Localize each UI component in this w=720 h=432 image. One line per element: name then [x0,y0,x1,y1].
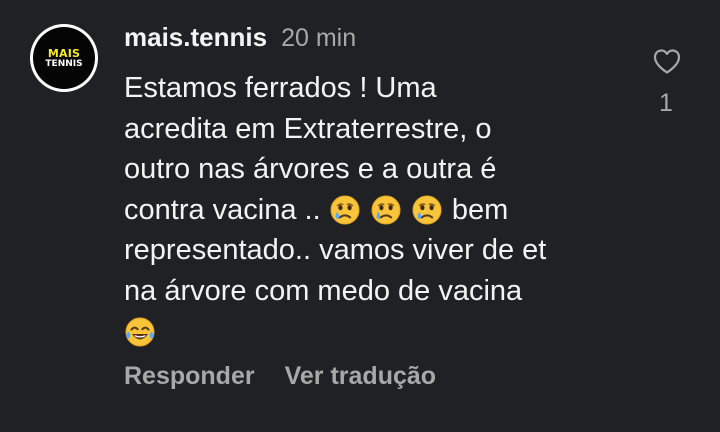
tears-of-joy-icon [124,316,156,348]
crying-face-icon [329,194,361,226]
comment-line-with-emojis: contra vacina .. bem [124,190,629,231]
comment-line: acredita em Extraterrestre, o [124,112,492,145]
comment-item: MAIS TENNIS mais.tennis 20 min Estamos f… [0,0,720,432]
username[interactable]: mais.tennis [124,22,267,53]
mais-tennis-logo: MAIS TENNIS [33,27,95,89]
comment-line: outro nas árvores e a outra é [124,153,497,186]
heart-icon[interactable] [652,47,682,75]
comment-body: Estamos ferrados ! Uma acredita em Extra… [124,68,629,352]
comment-header: mais.tennis 20 min [124,22,356,53]
reply-button[interactable]: Responder [124,362,255,391]
see-translation-button[interactable]: Ver tradução [285,362,436,391]
comment-line: Estamos ferrados ! Uma [124,72,437,104]
comment-actions: Responder Ver tradução [124,362,436,391]
comment-text: contra vacina .. [124,193,321,226]
comment-line-emoji [124,312,629,353]
comment-line: representado.. vamos viver de et [124,234,547,267]
timestamp: 20 min [281,24,357,52]
comment-text: bem [451,193,509,226]
logo-line-2: TENNIS [45,58,83,69]
logo-line-1: MAIS [47,46,81,60]
avatar[interactable]: MAIS TENNIS [30,24,98,92]
crying-face-icon [411,194,443,226]
like-count: 1 [659,89,673,117]
comment-line: na árvore com medo de vacina [124,274,523,307]
crying-face-icon [370,194,402,226]
